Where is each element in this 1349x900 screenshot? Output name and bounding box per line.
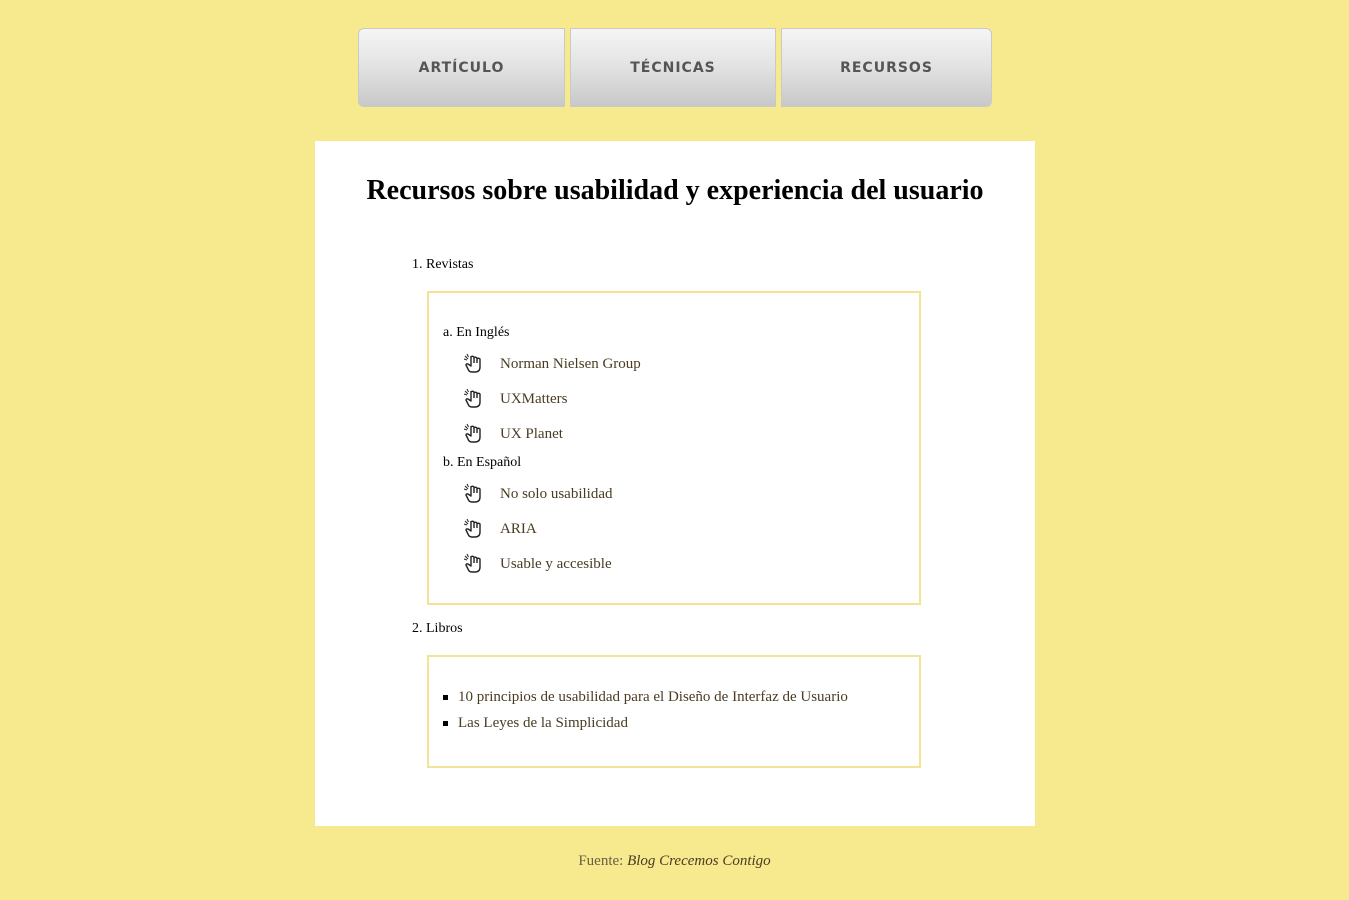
group-label-ingles: a. En Inglés bbox=[443, 325, 510, 340]
libros-box: 10 principios de usabilidad para el Dise… bbox=[427, 655, 921, 768]
link-usable-y-accesible[interactable]: Usable y accesible bbox=[463, 553, 612, 575]
link-text[interactable]: Norman Nielsen Group bbox=[500, 356, 641, 373]
bullet-marker bbox=[443, 721, 448, 726]
footer-prefix: Fuente: bbox=[578, 853, 624, 869]
link-no-solo-usabilidad[interactable]: No solo usabilidad bbox=[463, 483, 613, 505]
nav-tab-tecnicas[interactable]: TÉCNICAS bbox=[570, 28, 776, 107]
pointing-hand-icon bbox=[463, 483, 485, 505]
list-item[interactable]: Las Leyes de la Simplicidad bbox=[443, 715, 628, 732]
revistas-box: a. En Inglés Norman Nielsen Group UXMatt… bbox=[427, 291, 921, 605]
nav-tab-recursos[interactable]: RECURSOS bbox=[781, 28, 992, 107]
footer-source-link[interactable]: Blog Crecemos Contigo bbox=[627, 853, 771, 869]
link-text[interactable]: UX Planet bbox=[500, 426, 563, 443]
group-label-espanol: b. En Español bbox=[443, 455, 522, 470]
link-text[interactable]: ARIA bbox=[500, 521, 537, 538]
footer-source: Fuente: Blog Crecemos Contigo bbox=[0, 853, 1349, 870]
main-nav: ARTÍCULO TÉCNICAS RECURSOS bbox=[358, 28, 992, 107]
pointing-hand-icon bbox=[463, 388, 485, 410]
link-text[interactable]: UXMatters bbox=[500, 391, 568, 408]
content-card: Recursos sobre usabilidad y experiencia … bbox=[315, 141, 1035, 826]
pointing-hand-icon bbox=[463, 553, 485, 575]
bullet-marker bbox=[443, 695, 448, 700]
link-uxmatters[interactable]: UXMatters bbox=[463, 388, 568, 410]
link-text[interactable]: No solo usabilidad bbox=[500, 486, 613, 503]
link-aria[interactable]: ARIA bbox=[463, 518, 537, 540]
section-label-libros: 2. Libros bbox=[412, 621, 463, 636]
nav-tab-articulo[interactable]: ARTÍCULO bbox=[358, 28, 565, 107]
pointing-hand-icon bbox=[463, 353, 485, 375]
pointing-hand-icon bbox=[463, 423, 485, 445]
page-title: Recursos sobre usabilidad y experiencia … bbox=[366, 175, 984, 206]
book-link-10-principios[interactable]: 10 principios de usabilidad para el Dise… bbox=[458, 689, 848, 706]
link-ux-planet[interactable]: UX Planet bbox=[463, 423, 563, 445]
link-text[interactable]: Usable y accesible bbox=[500, 556, 612, 573]
link-norman-nielsen[interactable]: Norman Nielsen Group bbox=[463, 353, 641, 375]
section-label-revistas: 1. Revistas bbox=[412, 257, 474, 272]
list-item[interactable]: 10 principios de usabilidad para el Dise… bbox=[443, 689, 848, 706]
pointing-hand-icon bbox=[463, 518, 485, 540]
book-link-leyes-simplicidad[interactable]: Las Leyes de la Simplicidad bbox=[458, 715, 628, 732]
